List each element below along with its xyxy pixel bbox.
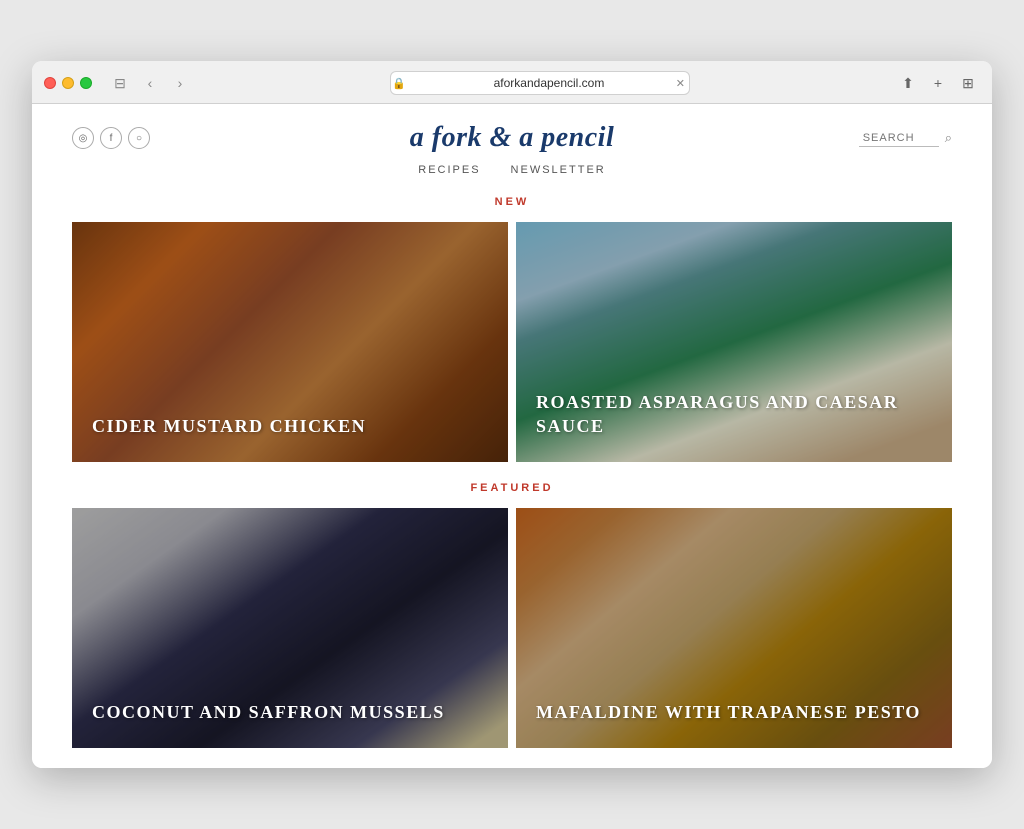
recipe-title: COCONUT AND SAFFRON MUSSELS (72, 681, 508, 748)
close-button[interactable] (44, 77, 56, 89)
search-area: ⌕ (859, 130, 952, 147)
back-button[interactable]: ‹ (138, 71, 162, 95)
address-bar-container: 🔒 aforkandapencil.com ✕ (200, 71, 880, 95)
share-button[interactable]: ⬆ (896, 71, 920, 95)
instagram-icon[interactable]: ○ (128, 127, 150, 149)
search-input[interactable] (859, 130, 939, 147)
recipe-title: MAFALDINE WITH TRAPANESE PESTO (516, 681, 952, 748)
recipe-card-mafaldine-trapanese-pesto[interactable]: MAFALDINE WITH TRAPANESE PESTO (516, 508, 952, 748)
recipe-card-coconut-saffron-mussels[interactable]: COCONUT AND SAFFRON MUSSELS (72, 508, 508, 748)
close-tab-icon[interactable]: ✕ (676, 77, 685, 90)
site-title: a fork & a pencil (410, 122, 615, 154)
recipe-title: CIDER MUSTARD CHICKEN (72, 395, 508, 462)
featured-section-label: FEATURED (32, 482, 992, 494)
rss-icon[interactable]: ◎ (72, 127, 94, 149)
minimize-button[interactable] (62, 77, 74, 89)
social-links: ◎ f ○ (72, 127, 150, 149)
recipe-card-cider-mustard-chicken[interactable]: CIDER MUSTARD CHICKEN (72, 222, 508, 462)
main-nav: RECIPES NEWSLETTER (32, 154, 992, 190)
site-content: ◎ f ○ a fork & a pencil ⌕ RECIPES NEWSLE… (32, 104, 992, 768)
traffic-lights (44, 77, 92, 89)
browser-window: ⊟ ‹ › 🔒 aforkandapencil.com ✕ ⬆ + ⊞ ◎ f … (32, 61, 992, 768)
facebook-icon[interactable]: f (100, 127, 122, 149)
recipe-title: ROASTED ASPARAGUS AND CAESAR SAUCE (516, 371, 952, 462)
new-section-label: NEW (32, 196, 992, 208)
new-tab-button[interactable]: + (926, 71, 950, 95)
recipe-card-roasted-asparagus[interactable]: ROASTED ASPARAGUS AND CAESAR SAUCE (516, 222, 952, 462)
browser-actions: ⬆ + ⊞ (896, 71, 980, 95)
forward-button[interactable]: › (168, 71, 192, 95)
maximize-button[interactable] (80, 77, 92, 89)
grid-button[interactable]: ⊞ (956, 71, 980, 95)
search-icon[interactable]: ⌕ (945, 130, 952, 146)
lock-icon: 🔒 (392, 77, 406, 90)
browser-nav: ⊟ ‹ › (108, 71, 192, 95)
sidebar-toggle-button[interactable]: ⊟ (108, 71, 132, 95)
address-bar[interactable]: aforkandapencil.com (390, 71, 690, 95)
site-header: ◎ f ○ a fork & a pencil ⌕ (32, 104, 992, 154)
browser-chrome: ⊟ ‹ › 🔒 aforkandapencil.com ✕ ⬆ + ⊞ (32, 61, 992, 104)
nav-newsletter[interactable]: NEWSLETTER (511, 164, 606, 176)
nav-recipes[interactable]: RECIPES (418, 164, 480, 176)
featured-recipes-grid: COCONUT AND SAFFRON MUSSELS MAFALDINE WI… (32, 508, 992, 748)
new-recipes-grid: CIDER MUSTARD CHICKEN ROASTED ASPARAGUS … (32, 222, 992, 462)
